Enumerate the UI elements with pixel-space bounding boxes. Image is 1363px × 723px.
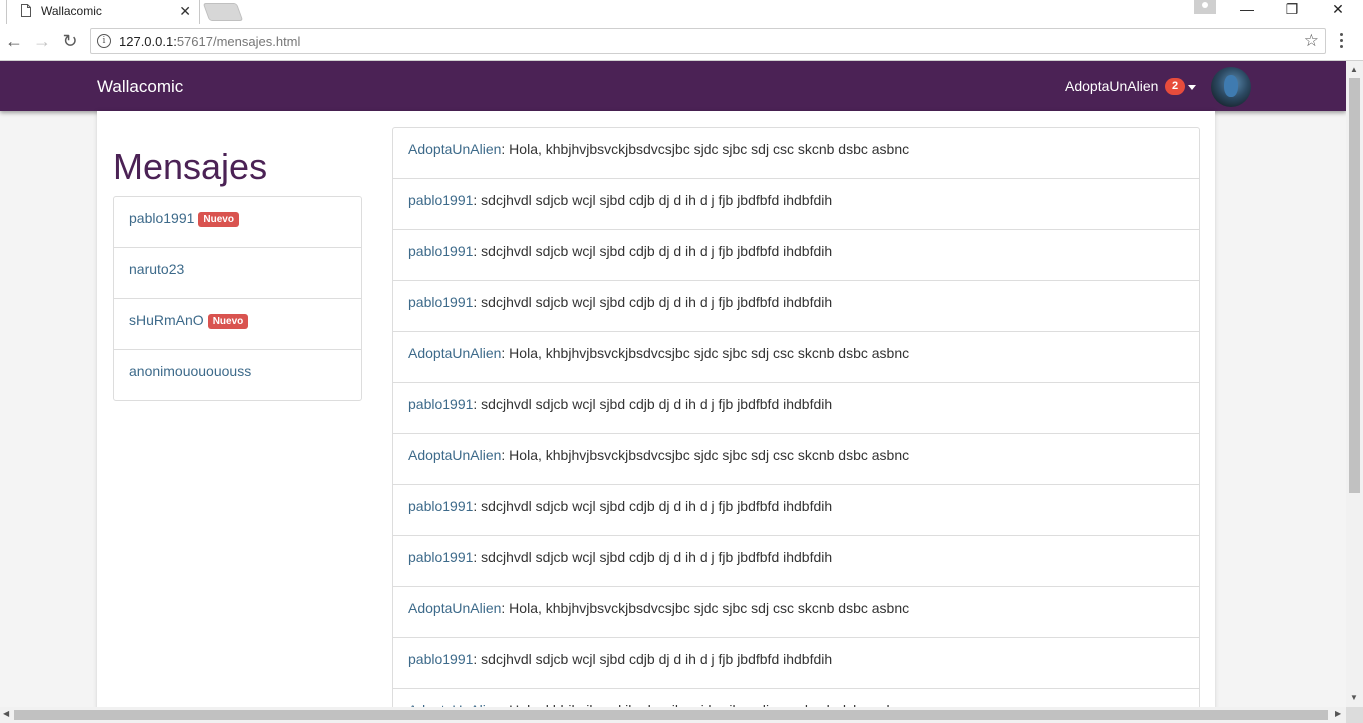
message-text: : sdcjhvdl sdjcb wcjl sjbd cdjb dj d ih …	[473, 651, 833, 667]
browser-tabstrip: Wallacomic ✕ — ❐ ✕	[0, 0, 1363, 24]
vertical-scroll-thumb[interactable]	[1349, 78, 1360, 493]
horizontal-scroll-thumb[interactable]	[14, 710, 1328, 720]
message-item: pablo1991: sdcjhvdl sdjcb wcjl sjbd cdjb…	[393, 230, 1199, 281]
top-navbar: Wallacomic AdoptaUnAlien 2	[0, 61, 1346, 111]
scroll-right-icon[interactable]: ▶	[1335, 709, 1341, 718]
message-item: AdoptaUnAlien: Hola, khbjhvjbsvckjbsdvcs…	[393, 434, 1199, 485]
message-author-link[interactable]: AdoptaUnAlien	[408, 141, 501, 157]
conversation-list: pablo1991 Nuevo naruto23 sHuRmAnO Nuevo anoni…	[113, 196, 362, 401]
message-text: : sdcjhvdl sdjcb wcjl sjbd cdjb dj d ih …	[473, 192, 833, 208]
profile-icon[interactable]	[1194, 0, 1216, 14]
message-text: : sdcjhvdl sdjcb wcjl sjbd cdjb dj d ih …	[473, 294, 833, 310]
message-item: AdoptaUnAlien: Hola, khbjhvjbsvckjbsdvcs…	[393, 332, 1199, 383]
message-item: AdoptaUnAlien: Hola, khbjhvjbsvckjbsdvcs…	[393, 128, 1199, 179]
new-badge: Nuevo	[198, 212, 239, 227]
user-menu-toggle[interactable]: AdoptaUnAlien	[1065, 78, 1158, 94]
minimize-button[interactable]: —	[1225, 0, 1269, 20]
message-item: pablo1991: sdcjhvdl sdjcb wcjl sjbd cdjb…	[393, 281, 1199, 332]
scrollbar-corner	[1346, 707, 1363, 723]
message-author-link[interactable]: pablo1991	[408, 498, 473, 514]
message-text: : Hola, khbjhvjbsvckjbsdvcsjbc sjdc sjbc…	[501, 600, 910, 616]
contact-item[interactable]: naruto23	[114, 248, 361, 299]
address-bar[interactable]: i 127.0.0.1:57617/mensajes.html ☆	[90, 28, 1326, 54]
scroll-left-icon[interactable]: ◀	[3, 709, 9, 718]
message-author-link[interactable]: pablo1991	[408, 243, 473, 259]
message-author-link[interactable]: AdoptaUnAlien	[408, 345, 501, 361]
document-icon	[21, 4, 31, 17]
message-item: pablo1991: sdcjhvdl sdjcb wcjl sjbd cdjb…	[393, 485, 1199, 536]
contact-name-link[interactable]: pablo1991	[129, 210, 194, 226]
contact-name-link[interactable]: naruto23	[129, 261, 184, 277]
message-author-link[interactable]: AdoptaUnAlien	[408, 447, 501, 463]
message-item: AdoptaUnAlien: Hola, khbjhvjbsvckjbsdvcs…	[393, 587, 1199, 638]
message-text: : sdcjhvdl sdjcb wcjl sjbd cdjb dj d ih …	[473, 498, 833, 514]
main-container: Mensajes pablo1991 Nuevo naruto23 sHuRmAnO N…	[97, 111, 1215, 707]
message-author-link[interactable]: pablo1991	[408, 192, 473, 208]
caret-down-icon[interactable]	[1188, 85, 1196, 90]
message-text: : sdcjhvdl sdjcb wcjl sjbd cdjb dj d ih …	[473, 549, 833, 565]
message-text: : sdcjhvdl sdjcb wcjl sjbd cdjb dj d ih …	[473, 396, 833, 412]
message-author-link[interactable]: pablo1991	[408, 651, 473, 667]
brand-link[interactable]: Wallacomic	[97, 77, 183, 97]
message-item: pablo1991: sdcjhvdl sdjcb wcjl sjbd cdjb…	[393, 179, 1199, 230]
message-item: AdoptaUnAlien: Hola, khbjhvjbsvckjbsdvcs…	[393, 689, 1199, 707]
notification-badge: 2	[1165, 78, 1185, 95]
avatar[interactable]	[1211, 67, 1251, 107]
info-icon[interactable]: i	[97, 34, 111, 48]
forward-icon[interactable]: →	[32, 31, 52, 51]
scroll-down-icon[interactable]: ▼	[1350, 693, 1358, 702]
message-text: : Hola, khbjhvjbsvckjbsdvcsjbc sjdc sjbc…	[501, 447, 910, 463]
horizontal-scrollbar[interactable]: ◀ ▶	[0, 707, 1346, 723]
contact-name-link[interactable]: anonimououououss	[129, 363, 251, 379]
contact-item[interactable]: pablo1991 Nuevo	[114, 197, 361, 248]
new-tab-button[interactable]	[202, 3, 244, 21]
restore-button[interactable]: ❐	[1270, 0, 1314, 20]
page-viewport: Wallacomic AdoptaUnAlien 2 Mensajes pabl…	[0, 61, 1346, 707]
message-author-link[interactable]: AdoptaUnAlien	[408, 600, 501, 616]
browser-tab[interactable]: Wallacomic ✕	[6, 0, 200, 24]
message-text: : Hola, khbjhvjbsvckjbsdvcsjbc sjdc sjbc…	[501, 141, 910, 157]
url-text[interactable]: 127.0.0.1:57617/mensajes.html	[119, 34, 300, 49]
scroll-up-icon[interactable]: ▲	[1350, 65, 1358, 74]
message-author-link[interactable]: pablo1991	[408, 396, 473, 412]
back-icon[interactable]: ←	[4, 31, 24, 51]
contact-item[interactable]: sHuRmAnO Nuevo	[114, 299, 361, 350]
message-list: AdoptaUnAlien: Hola, khbjhvjbsvckjbsdvcs…	[392, 127, 1200, 707]
close-window-button[interactable]: ✕	[1316, 0, 1360, 20]
tab-close-icon[interactable]: ✕	[179, 3, 191, 20]
contact-item[interactable]: anonimououououss	[114, 350, 361, 401]
message-item: pablo1991: sdcjhvdl sdjcb wcjl sjbd cdjb…	[393, 536, 1199, 587]
message-item: pablo1991: sdcjhvdl sdjcb wcjl sjbd cdjb…	[393, 383, 1199, 434]
message-author-link[interactable]: pablo1991	[408, 549, 473, 565]
reload-icon[interactable]: ↻	[60, 31, 80, 51]
browser-toolbar: ← → ↻ i 127.0.0.1:57617/mensajes.html ☆	[0, 24, 1363, 61]
message-text: : Hola, khbjhvjbsvckjbsdvcsjbc sjdc sjbc…	[501, 345, 910, 361]
contact-name-link[interactable]: sHuRmAnO	[129, 312, 204, 328]
message-author-link[interactable]: pablo1991	[408, 294, 473, 310]
new-badge: Nuevo	[207, 314, 249, 329]
message-text: : sdcjhvdl sdjcb wcjl sjbd cdjb dj d ih …	[473, 243, 833, 259]
tab-title: Wallacomic	[41, 4, 102, 18]
page-title: Mensajes	[113, 146, 268, 187]
bookmark-star-icon[interactable]: ☆	[1304, 31, 1319, 51]
message-item: pablo1991: sdcjhvdl sdjcb wcjl sjbd cdjb…	[393, 638, 1199, 689]
vertical-scrollbar[interactable]: ▲ ▼	[1346, 61, 1363, 707]
browser-menu-icon[interactable]	[1340, 33, 1344, 51]
